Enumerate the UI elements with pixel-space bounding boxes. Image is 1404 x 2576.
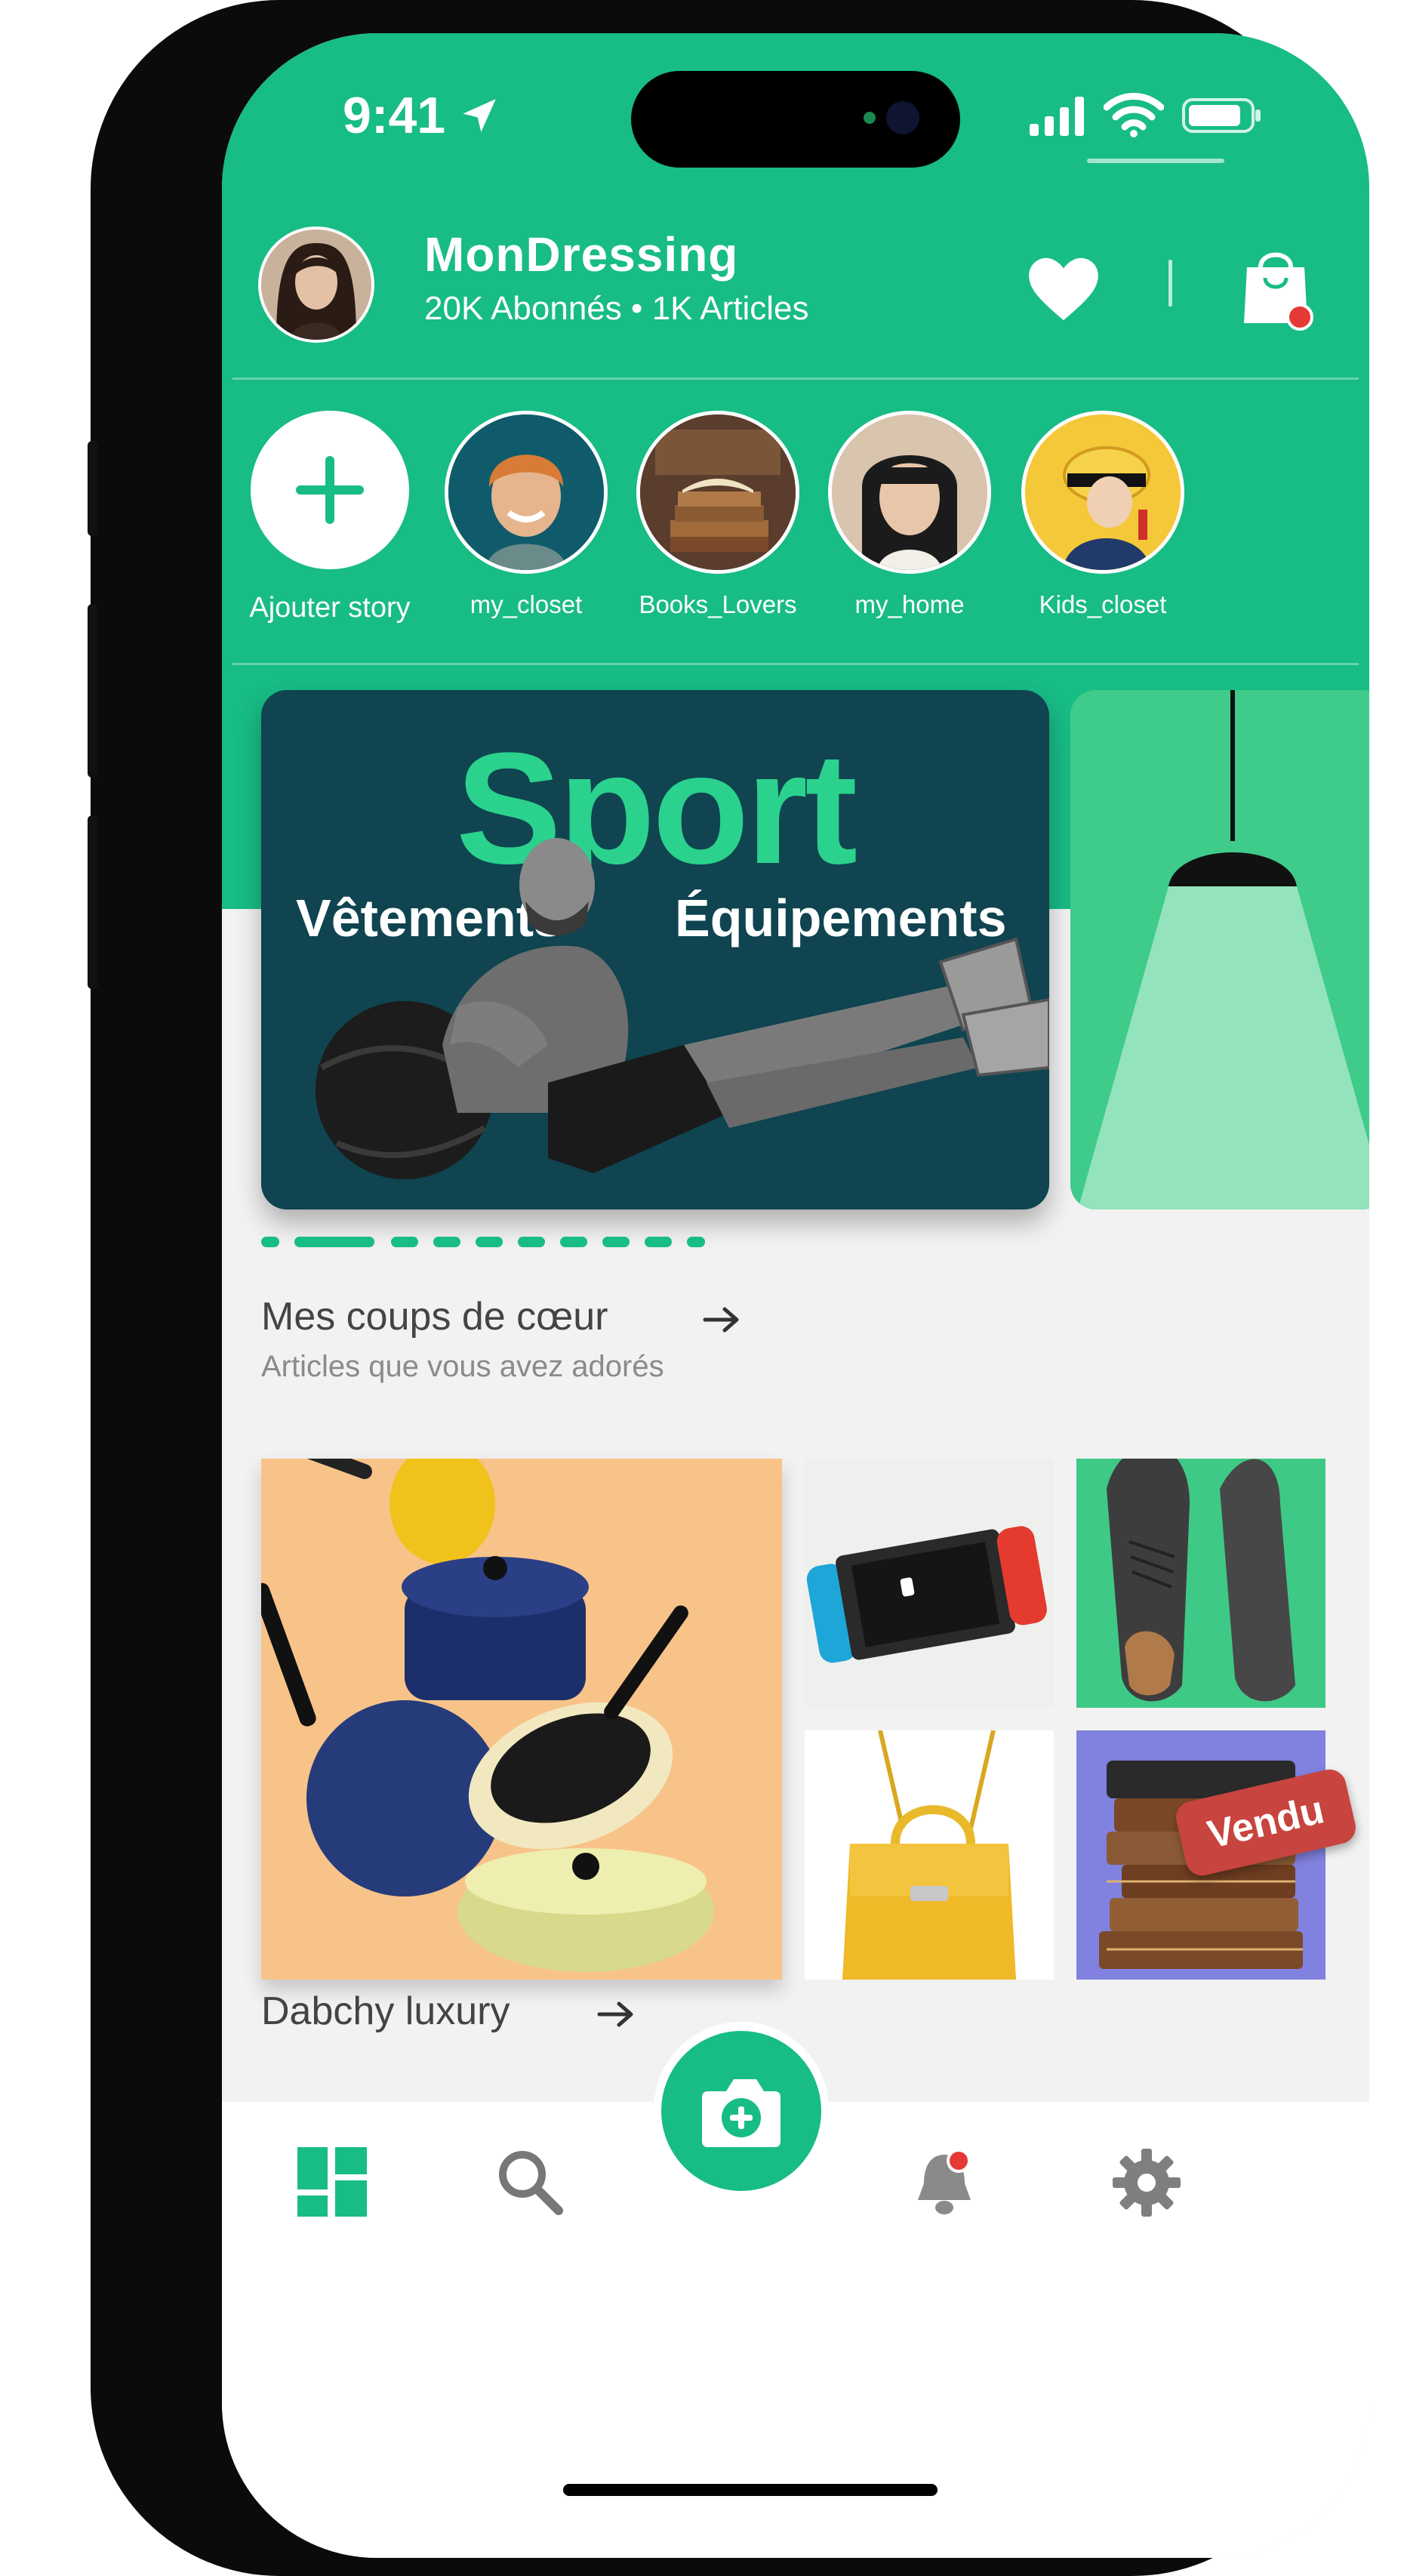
product-casseroles[interactable]: [261, 1459, 782, 1980]
story-books-lovers[interactable]: Books_Lovers: [631, 411, 805, 619]
camera-plus-icon: [702, 2079, 781, 2147]
divider-top: [232, 377, 1359, 380]
home-indicator: [563, 2484, 938, 2496]
volume-down-button: [88, 815, 98, 989]
carousel-dot: [602, 1237, 630, 1247]
status-time: 9:41: [343, 87, 446, 144]
avatar-portrait: [261, 230, 371, 340]
story-avatar: [1021, 411, 1184, 574]
carousel-dot: [687, 1237, 705, 1247]
product-chaussures[interactable]: [1076, 1459, 1325, 1708]
cookware-image: [261, 1459, 782, 1980]
story-avatar: [636, 411, 799, 574]
lamp-image: [1070, 690, 1369, 1209]
switch-image: [805, 1459, 1054, 1708]
promo-banner-next[interactable]: [1070, 690, 1369, 1209]
story-avatar: [828, 411, 991, 574]
gear-icon[interactable]: [1113, 2149, 1181, 2217]
story-kids-closet[interactable]: Kids_closet: [1016, 411, 1190, 619]
bell-icon[interactable]: [910, 2147, 978, 2220]
story-image-child: [1025, 414, 1181, 570]
cellular-signal-icon: [1030, 97, 1084, 136]
story-add[interactable]: Ajouter story: [243, 411, 417, 624]
story-avatar: [445, 411, 608, 574]
story-image-woman: [832, 414, 987, 570]
favorites-title[interactable]: Mes coups de cœur: [261, 1294, 608, 1339]
handbag-image: [805, 1730, 1054, 1980]
shoes-image: [1076, 1459, 1325, 1708]
product-sac-jaune[interactable]: [805, 1730, 1054, 1980]
shop-name: MonDressing: [424, 227, 739, 282]
phone-frame: 9:41 MonDressing 20K Abonnés • 1K Articl…: [88, 0, 1369, 2576]
arrow-right-icon[interactable]: [596, 1999, 636, 2029]
sell-camera-button[interactable]: [654, 2023, 829, 2199]
story-image-person: [448, 414, 604, 570]
top-line: [1087, 159, 1224, 163]
carousel-dot-active: [294, 1237, 374, 1247]
athlete-image: [316, 838, 1049, 1179]
carousel-dot: [560, 1237, 587, 1247]
story-my-closet[interactable]: my_closet: [439, 411, 613, 619]
promo-banner-sport[interactable]: Sport Vêtements Équipements: [261, 690, 1049, 1209]
shop-stats: 20K Abonnés • 1K Articles: [424, 290, 809, 327]
island-indicator: [864, 112, 876, 124]
story-label: my_home: [854, 590, 965, 618]
header-divider: [1168, 260, 1172, 307]
volume-up-button: [88, 604, 98, 778]
arrow-right-icon[interactable]: [702, 1305, 741, 1335]
mute-button: [88, 441, 98, 536]
carousel-dot: [391, 1237, 418, 1247]
location-arrow-icon: [463, 99, 496, 132]
product-nintendo-switch[interactable]: [805, 1459, 1054, 1708]
story-label: Ajouter story: [249, 592, 411, 624]
wifi-icon: [1104, 93, 1164, 137]
carousel-dot: [518, 1237, 545, 1247]
add-story-button[interactable]: [251, 411, 409, 569]
app-screen: 9:41 MonDressing 20K Abonnés • 1K Articl…: [222, 33, 1369, 2558]
luxury-section-title[interactable]: Dabchy luxury: [261, 1989, 510, 2034]
story-label: Books_Lovers: [639, 590, 797, 618]
story-label: my_closet: [470, 590, 583, 618]
front-camera: [886, 101, 919, 134]
carousel-dot: [476, 1237, 503, 1247]
plus-icon: [296, 456, 364, 524]
carousel-dot: [261, 1237, 279, 1247]
shopping-bag-icon[interactable]: [1238, 242, 1313, 332]
story-my-home[interactable]: my_home: [823, 411, 996, 619]
story-label: Kids_closet: [1039, 590, 1167, 618]
carousel-dot: [645, 1237, 672, 1247]
heart-icon[interactable]: [1022, 248, 1105, 331]
search-icon[interactable]: [495, 2147, 565, 2217]
battery-icon: [1182, 98, 1261, 133]
carousel-dot: [433, 1237, 460, 1247]
favorites-subtitle: Articles que vous avez adorés: [261, 1350, 664, 1383]
grid-icon[interactable]: [297, 2147, 367, 2217]
story-image-books: [640, 414, 796, 570]
avatar[interactable]: [258, 226, 374, 343]
divider-stories: [232, 663, 1359, 665]
